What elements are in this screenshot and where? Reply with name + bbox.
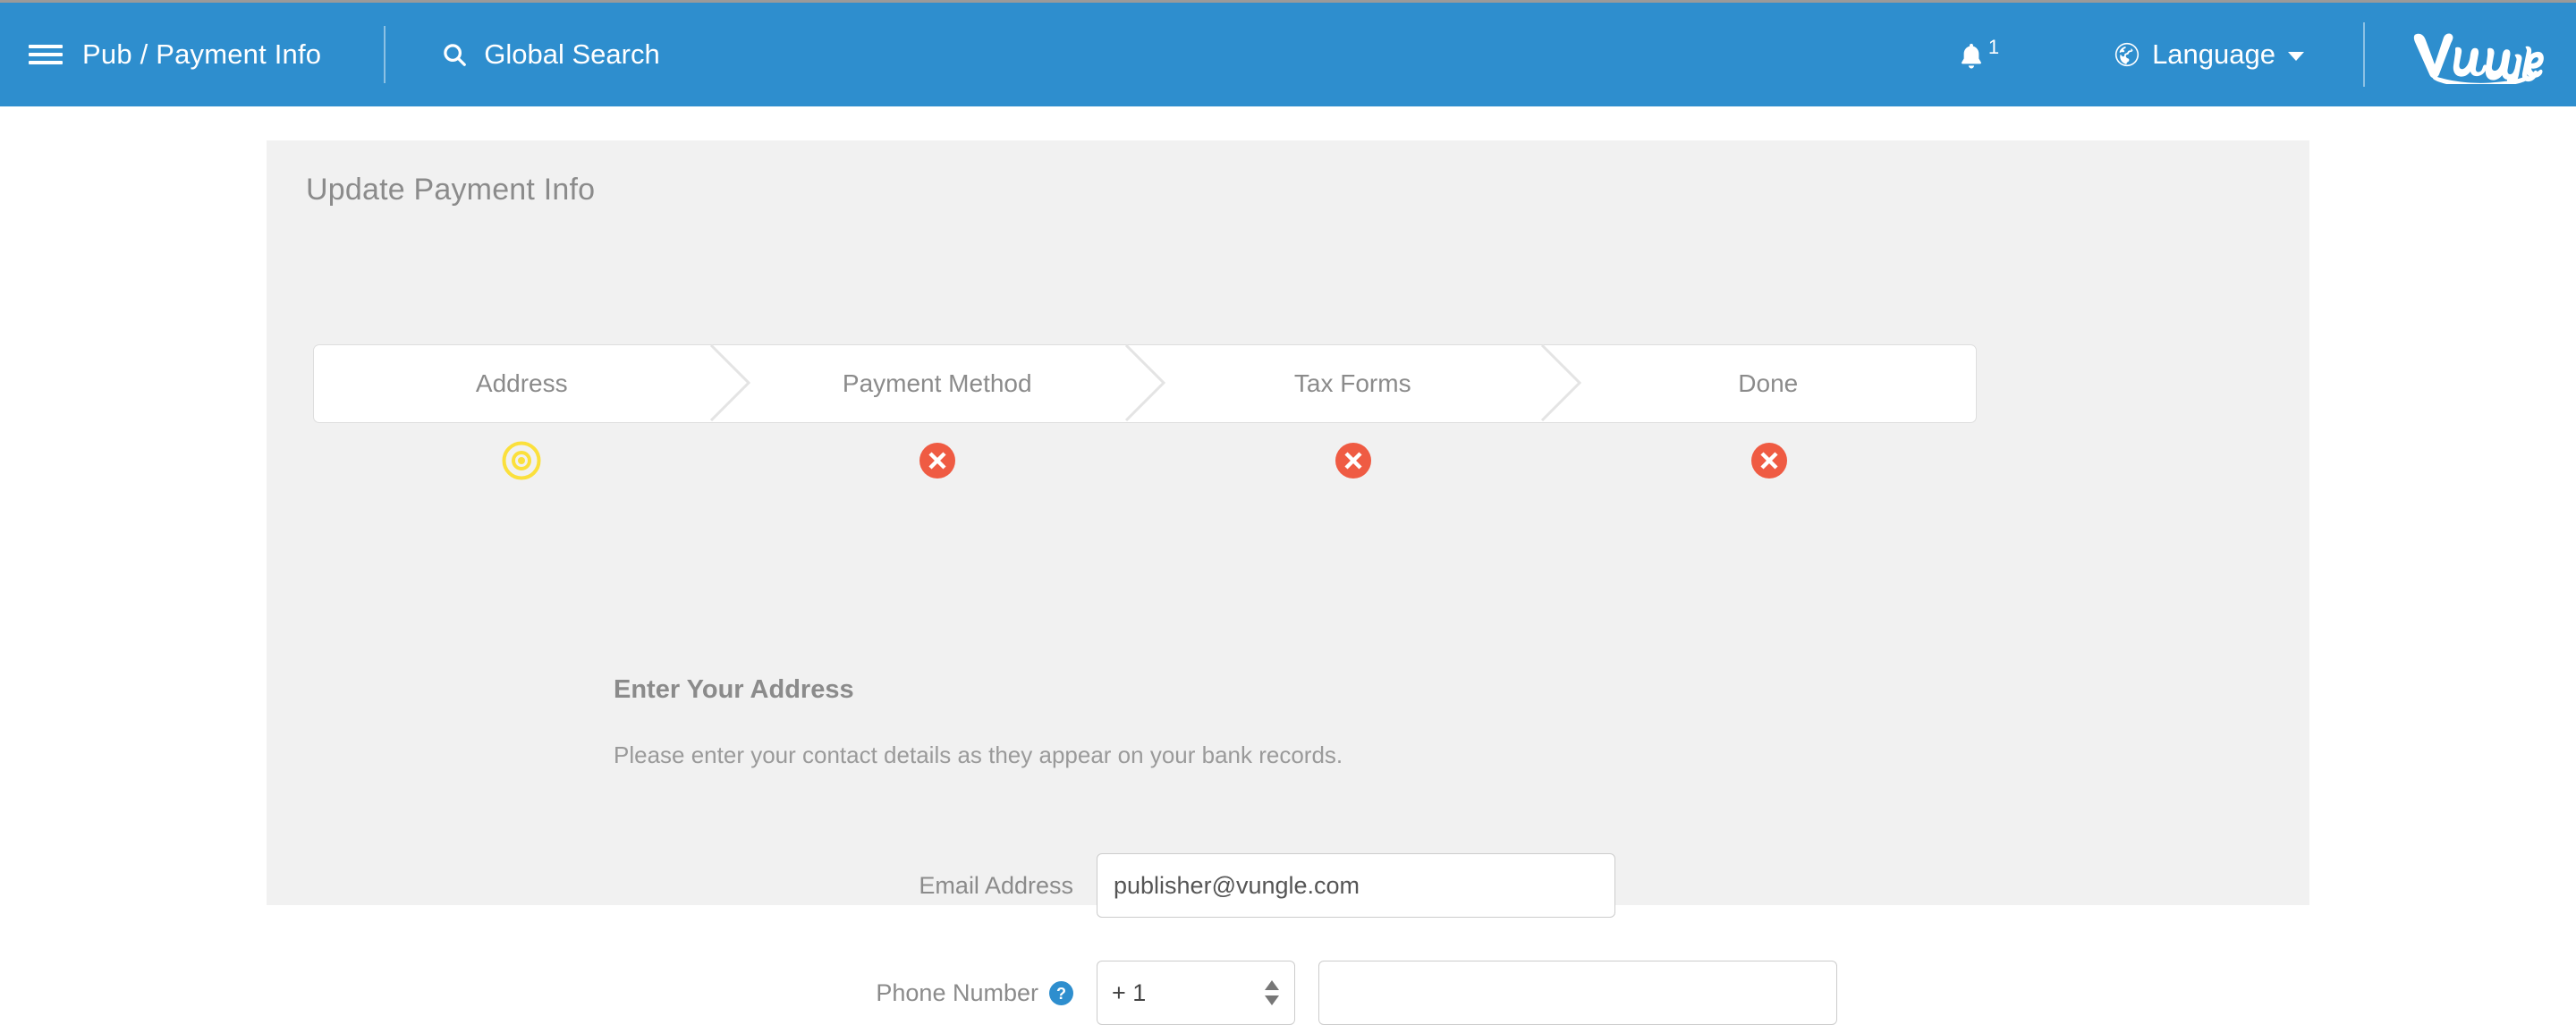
wizard-step-address[interactable]: Address xyxy=(314,344,750,422)
phone-number-field[interactable] xyxy=(1318,961,1837,1025)
step-label: Address xyxy=(475,369,568,397)
country-code-select[interactable]: + 1 xyxy=(1097,961,1295,1025)
page-title: Update Payment Info xyxy=(306,173,596,207)
header-divider xyxy=(384,26,386,83)
wizard-step-tax-forms[interactable]: Tax Forms xyxy=(1145,344,1581,422)
breadcrumb: Pub / Payment Info xyxy=(82,38,322,70)
question-circle-icon[interactable]: ? xyxy=(1049,980,1073,1005)
language-label: Language xyxy=(2152,38,2275,70)
language-selector[interactable]: Language xyxy=(2114,38,2304,71)
svg-text:?: ? xyxy=(1056,985,1066,1003)
step-label: Tax Forms xyxy=(1293,369,1411,397)
notifications-button[interactable]: 1 xyxy=(1957,38,1999,72)
wizard-step-done[interactable]: Done xyxy=(1561,345,1977,422)
times-circle-icon xyxy=(919,443,955,479)
vungle-logo[interactable] xyxy=(2411,25,2544,84)
status-cell-done xyxy=(1561,436,1977,486)
email-field[interactable] xyxy=(1097,853,1615,918)
bell-icon xyxy=(1957,41,1986,72)
wizard-status-icons xyxy=(313,436,1977,486)
status-cell-tax-forms xyxy=(1145,436,1561,486)
notification-count-badge: 1 xyxy=(1987,36,2000,58)
app-header: Pub / Payment Info Global Search 1 Langu… xyxy=(0,3,2576,106)
status-cell-payment-method xyxy=(729,436,1145,486)
step-label: Done xyxy=(1738,369,1799,397)
status-cell-address xyxy=(313,436,729,486)
globe-icon xyxy=(2114,41,2140,68)
country-code-select-wrap: + 1 xyxy=(1097,961,1295,1025)
global-search-label: Global Search xyxy=(484,38,660,70)
phone-label: Phone Number ? xyxy=(614,979,1097,1007)
step-label: Payment Method xyxy=(842,369,1032,397)
global-search-button[interactable]: Global Search xyxy=(441,38,660,71)
email-label: Email Address xyxy=(919,871,1073,899)
wizard-step-bar: Address Payment Method Tax Forms Done xyxy=(313,344,1977,423)
chevron-down-icon xyxy=(2288,52,2304,61)
dot-circle-icon xyxy=(502,441,540,480)
payment-info-card: Update Payment Info Address Payment Meth… xyxy=(267,140,2309,1025)
hamburger-menu-icon[interactable] xyxy=(29,41,63,68)
search-icon xyxy=(441,41,468,68)
section-heading: Enter Your Address xyxy=(614,675,854,704)
times-circle-icon xyxy=(1750,443,1787,479)
phone-row: Phone Number ? + 1 xyxy=(614,961,1837,1025)
section-subtext: Please enter your contact details as the… xyxy=(614,741,1343,768)
wizard-step-payment-method[interactable]: Payment Method xyxy=(730,344,1165,422)
times-circle-icon xyxy=(1335,443,1371,479)
header-divider-2 xyxy=(2363,22,2365,87)
email-row: Email Address xyxy=(614,853,1615,918)
phone-label-text: Phone Number xyxy=(876,978,1038,1006)
